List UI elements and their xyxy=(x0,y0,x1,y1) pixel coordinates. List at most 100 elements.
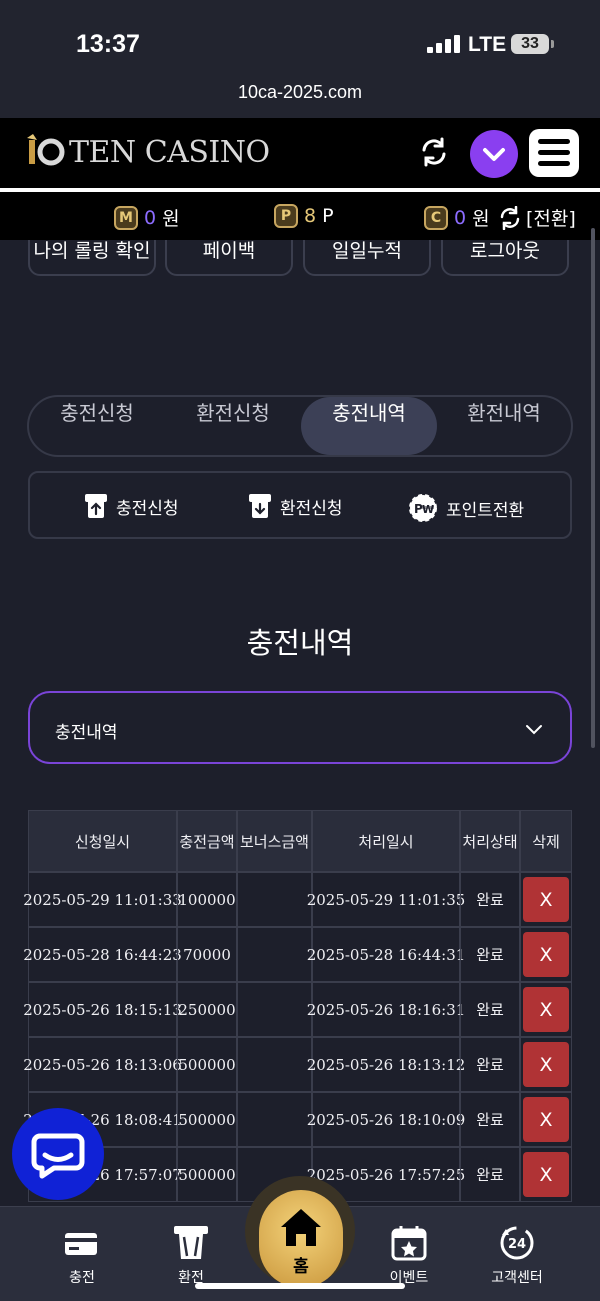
site-logo[interactable]: TEN CASINO xyxy=(25,134,270,170)
table-row: 2025-05-28 16:44:23 70000 2025-05-28 16:44… xyxy=(23,927,572,982)
delete-cell: X xyxy=(520,1037,572,1092)
table-cell xyxy=(237,872,312,927)
point-balance: P 8 P xyxy=(274,204,334,228)
live-chat-button[interactable] xyxy=(12,1108,104,1200)
chevron-down-icon xyxy=(483,148,505,161)
battery-icon: 33 xyxy=(511,34,554,54)
home-indicator xyxy=(195,1283,405,1289)
card-icon xyxy=(65,1233,97,1255)
rolling-check-button[interactable]: 나의 롤링 확인 xyxy=(28,240,156,276)
scrollbar[interactable] xyxy=(591,228,595,748)
refresh-icon xyxy=(500,205,520,230)
quick-buttons: 나의 롤링 확인 페이백 일일누적 로그아웃 xyxy=(28,240,570,276)
address-bar[interactable]: 10ca-2025.com xyxy=(0,82,600,103)
points-bar: M 0 원 P 8 P C 0 원 [전환] xyxy=(0,192,600,240)
svg-text:₩: ₩ xyxy=(422,503,434,516)
delete-cell: X xyxy=(520,1147,572,1202)
deposit-request-button[interactable]: 충전신청 xyxy=(84,493,179,519)
select-value: 충전내역 xyxy=(55,723,118,743)
point-value: 8 xyxy=(304,205,317,227)
nav-home[interactable]: 홈 xyxy=(259,1190,343,1288)
withdraw-atm-icon xyxy=(249,494,271,518)
table-row: 2025-05-29 11:01:33 100000 2025-05-29 11:0… xyxy=(23,872,572,927)
switch-label: [전환] xyxy=(526,208,576,230)
col-header: 처리일시 xyxy=(312,810,460,872)
delete-button[interactable]: X xyxy=(523,1097,569,1142)
col-header: 신청일시 xyxy=(28,810,177,872)
status-time: 13:37 xyxy=(76,30,140,58)
table-cell xyxy=(237,1092,312,1147)
delete-button[interactable]: X xyxy=(523,1152,569,1197)
support-24-icon: 24 xyxy=(500,1226,534,1260)
delete-button[interactable]: X xyxy=(523,877,569,922)
money-balance: M 0 원 xyxy=(114,204,180,231)
nav-support[interactable]: 24 고객센터 xyxy=(472,1207,562,1287)
money-value: 0 xyxy=(144,206,157,229)
table-cell: 2025-05-26 18:13:06 xyxy=(23,1037,182,1092)
delete-cell: X xyxy=(520,1092,572,1147)
chat-icon xyxy=(31,1133,85,1179)
expand-menu-button[interactable] xyxy=(470,130,518,178)
point-unit: P xyxy=(322,205,334,227)
table-header-row: 신청일시 충전금액 보너스금액 처리일시 처리상태 삭제 xyxy=(28,810,572,872)
delete-button[interactable]: X xyxy=(523,932,569,977)
nav-withdraw[interactable]: 환전 xyxy=(146,1207,236,1287)
page-title: 충전내역 xyxy=(246,626,354,660)
delete-button[interactable]: X xyxy=(523,1042,569,1087)
table-cell: 500000 xyxy=(177,1037,237,1092)
table-cell: 2025-05-29 11:01:35 xyxy=(307,872,465,927)
hamburger-menu-button[interactable] xyxy=(529,129,579,177)
daily-accumulate-button[interactable]: 일일누적 xyxy=(303,240,431,276)
withdraw-request-button[interactable]: 환전신청 xyxy=(248,493,343,519)
logo-text: TEN CASINO xyxy=(69,134,270,170)
table-row: 2025-05-26 18:13:06 500000 2025-05-26 18:1… xyxy=(23,1037,572,1092)
table-cell: 2025-05-29 11:01:33 xyxy=(23,872,182,927)
casino-balance: C 0 원 xyxy=(424,204,490,231)
deposit-request-label: 충전신청 xyxy=(116,498,179,519)
nav-deposit-label: 충전 xyxy=(69,1270,95,1286)
table-cell xyxy=(237,927,312,982)
calendar-star-icon xyxy=(391,1226,427,1261)
history-type-select[interactable]: 충전내역 xyxy=(28,691,572,764)
payback-button[interactable]: 페이백 xyxy=(165,240,293,276)
table-cell: 완료 xyxy=(460,872,520,927)
table-row: 2025-05-26 18:08:41 500000 2025-05-26 18:1… xyxy=(23,1092,572,1147)
action-buttons: 충전신청 환전신청 P ₩ 포인트전환 xyxy=(28,471,572,539)
delete-cell: X xyxy=(520,927,572,982)
table-cell: 완료 xyxy=(460,982,520,1037)
table-cell: 완료 xyxy=(460,1037,520,1092)
nav-home-label: 홈 xyxy=(293,1257,309,1277)
tab-bar: 충전신청 환전신청 충전내역 환전내역 xyxy=(27,395,573,457)
col-header: 삭제 xyxy=(520,810,572,872)
signal-icon xyxy=(427,35,460,53)
tab-withdraw-request[interactable]: 환전신청 xyxy=(165,397,301,455)
withdraw-request-label: 환전신청 xyxy=(280,498,343,519)
col-header: 보너스금액 xyxy=(237,810,312,872)
home-icon xyxy=(281,1209,321,1246)
c-badge-icon: C xyxy=(424,205,448,230)
table-cell: 완료 xyxy=(460,1147,520,1202)
table-cell: 250000 xyxy=(177,982,237,1037)
tab-withdraw-history[interactable]: 환전내역 xyxy=(437,397,571,455)
point-convert-label: 포인트전환 xyxy=(446,500,525,521)
col-header: 충전금액 xyxy=(177,810,237,872)
m-badge-icon: M xyxy=(114,205,138,230)
logout-button[interactable]: 로그아웃 xyxy=(441,240,569,276)
tab-deposit-history[interactable]: 충전내역 xyxy=(301,397,437,455)
point-convert-button[interactable]: P ₩ 포인트전환 xyxy=(408,493,524,523)
table-row: 2025-05-26 18:15:13 250000 2025-05-26 18:1… xyxy=(23,982,572,1037)
delete-button[interactable]: X xyxy=(523,987,569,1032)
nav-deposit[interactable]: 충전 xyxy=(37,1207,127,1287)
table-cell xyxy=(237,982,312,1037)
nav-event[interactable]: 이벤트 xyxy=(364,1207,454,1287)
switch-button[interactable]: [전환] xyxy=(498,204,576,231)
refresh-icon[interactable] xyxy=(418,136,450,168)
col-header: 처리상태 xyxy=(460,810,520,872)
delete-cell: X xyxy=(520,982,572,1037)
table-cell xyxy=(237,1037,312,1092)
table-cell: 완료 xyxy=(460,1092,520,1147)
nav-support-label: 고객센터 xyxy=(491,1270,543,1286)
table-cell: 70000 xyxy=(177,927,237,982)
table-cell: 2025-05-28 16:44:23 xyxy=(23,927,182,982)
tab-deposit-request[interactable]: 충전신청 xyxy=(29,397,165,455)
